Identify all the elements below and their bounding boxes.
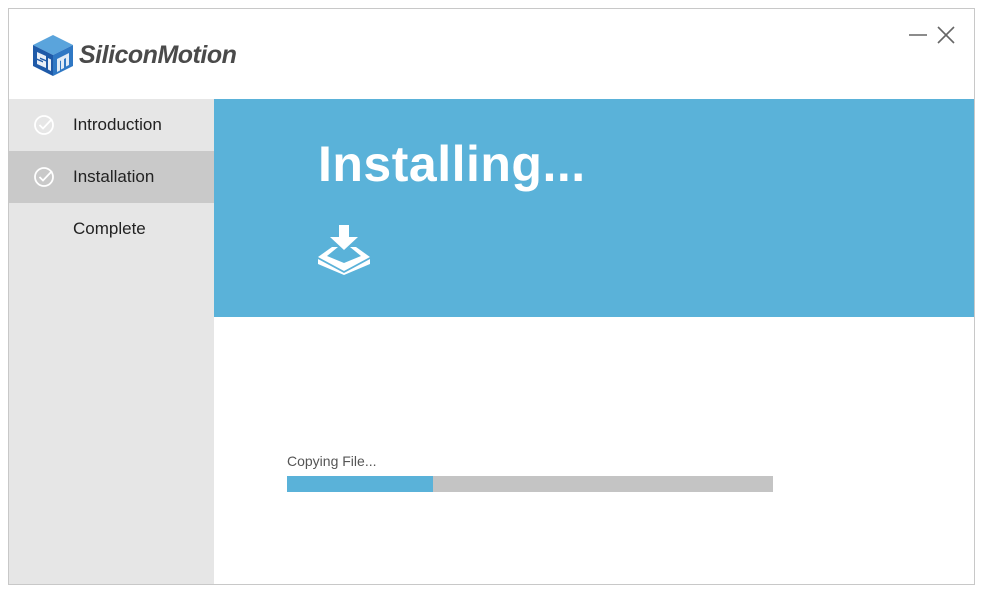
close-button[interactable] <box>932 23 960 47</box>
close-icon <box>937 26 955 44</box>
brand-name: SiliconMotion <box>79 40 237 69</box>
status-banner: Installing... <box>214 99 974 317</box>
sidebar-item-label: Installation <box>73 167 155 186</box>
minimize-icon <box>909 34 927 36</box>
silicon-motion-cube-logo-icon <box>33 35 73 76</box>
check-circle-icon <box>34 115 54 135</box>
brand-logo: SiliconMotion <box>31 33 237 77</box>
sidebar-item-complete[interactable]: Complete <box>9 203 214 255</box>
check-circle-icon <box>34 167 54 187</box>
download-tray-icon <box>318 225 370 275</box>
minimize-button[interactable] <box>904 23 932 47</box>
installer-window: SiliconMotion Introduction Installation … <box>8 8 975 585</box>
steps-sidebar: Introduction Installation Complete <box>9 99 214 584</box>
title-bar: SiliconMotion <box>9 9 974 99</box>
sidebar-item-introduction[interactable]: Introduction <box>9 99 214 151</box>
progress-area: Copying File... <box>214 317 974 584</box>
progress-status-text: Copying File... <box>287 453 377 469</box>
progress-bar-fill <box>287 476 433 492</box>
window-controls <box>904 23 960 47</box>
sidebar-item-installation[interactable]: Installation <box>9 151 214 203</box>
sidebar-item-label: Introduction <box>73 115 162 134</box>
progress-bar <box>287 476 773 492</box>
page-title: Installing... <box>318 136 586 192</box>
sidebar-item-label: Complete <box>73 219 146 238</box>
